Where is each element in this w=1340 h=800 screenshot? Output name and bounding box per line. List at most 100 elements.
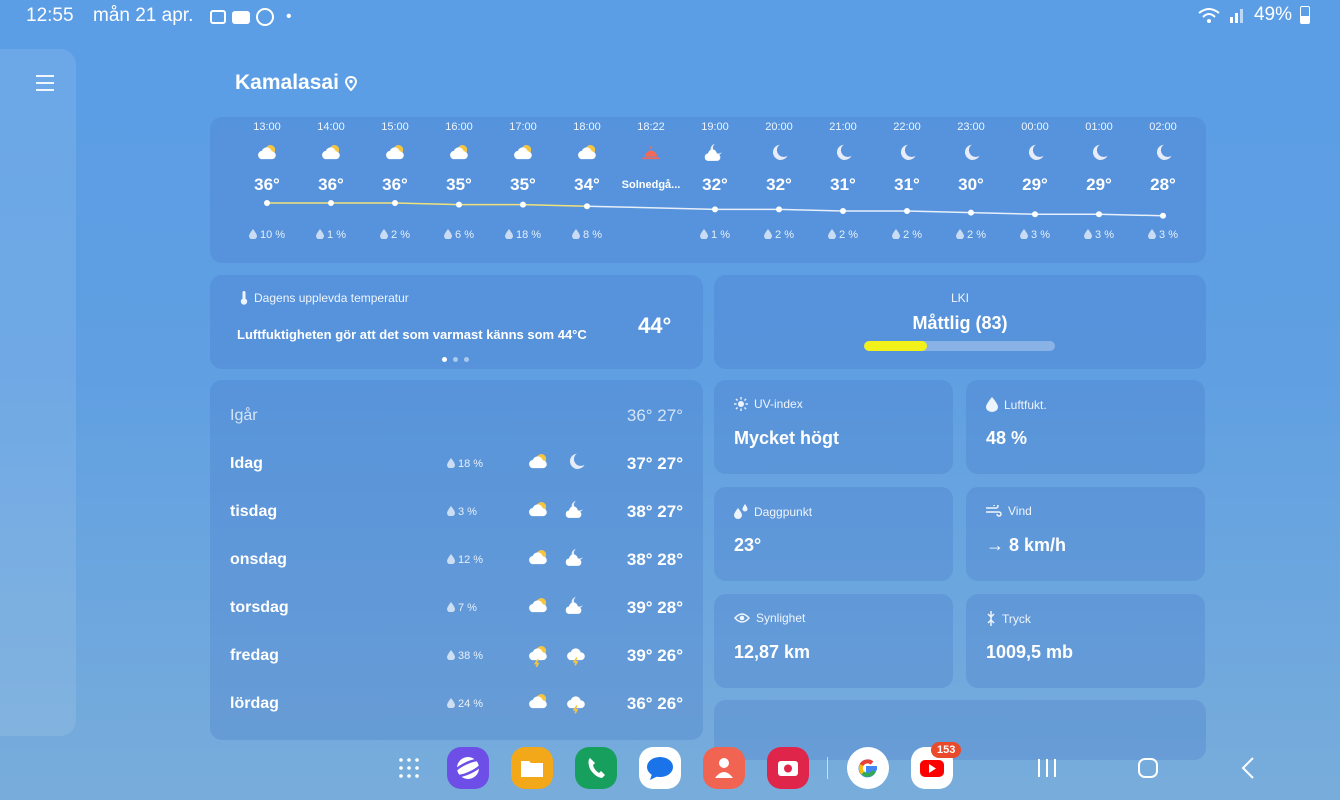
- hourly-precip-value: 3 %: [1095, 229, 1114, 241]
- daily-precipitation: 12 %: [447, 554, 483, 566]
- camera-app-icon[interactable]: [767, 747, 809, 789]
- hourly-time: 01:00: [1085, 121, 1113, 133]
- trend-segment: [970, 211, 1036, 215]
- partly-cloudy-day-icon: [299, 139, 363, 169]
- hourly-time: 21:00: [829, 121, 857, 133]
- hourly-forecast[interactable]: 13:00 36° 10 % 14:00 36° 1 % 15:00 36° 2 % 16:00 3…: [210, 117, 1206, 263]
- partly-cloudy-night-icon: [564, 499, 588, 528]
- partly-cloudy-day-icon: [555, 139, 619, 169]
- trend-point: [776, 206, 782, 213]
- hourly-temperature: 36°: [254, 175, 280, 194]
- trend-segment: [906, 210, 972, 214]
- phone-app-icon[interactable]: [575, 747, 617, 789]
- hourly-precipitation: 3 %: [1131, 229, 1195, 241]
- drop-icon: [504, 229, 516, 241]
- hourly-precipitation: 2 %: [363, 229, 427, 241]
- home-button[interactable]: [1137, 757, 1159, 779]
- daily-precipitation: 38 %: [447, 650, 483, 662]
- more-notifications-dot: •: [286, 8, 292, 25]
- hourly-time: 17:00: [509, 121, 537, 133]
- hourly-item: 01:00 29° 3 %: [1067, 117, 1131, 241]
- dew-point-tile[interactable]: Daggpunkt 23°: [714, 487, 953, 581]
- daily-row[interactable]: lördag 24 % 36° 26°: [230, 689, 685, 719]
- daily-forecast[interactable]: Igår 36° 27° Idag 18 % 37° 27° tisdag 3 % 38° 2…: [210, 380, 703, 740]
- hourly-item: 19:00 32° 1 %: [683, 117, 747, 241]
- back-button[interactable]: [1241, 757, 1255, 779]
- hourly-time: 00:00: [1021, 121, 1049, 133]
- messages-app-icon[interactable]: [639, 747, 681, 789]
- hourly-item: 18:00 34° 8 %: [555, 117, 619, 241]
- sidebar-panel: [0, 49, 76, 736]
- pressure-label: Tryck: [1002, 611, 1031, 626]
- daily-precip-value: 18 %: [458, 458, 484, 470]
- hourly-precipitation: 10 %: [235, 229, 299, 241]
- aqi-label: LKI: [950, 291, 969, 305]
- dew-label: Daggpunkt: [754, 504, 813, 519]
- daily-row[interactable]: Igår 36° 27°: [230, 401, 685, 431]
- wind-icon: [986, 505, 1002, 517]
- feels-like-card[interactable]: Dagens upplevda temperatur Luftfuktighet…: [210, 275, 703, 369]
- wind-value: → 8 km/h: [986, 535, 1067, 555]
- aqi-value: Måttlig (83): [912, 313, 1008, 333]
- drop-icon: [1020, 229, 1031, 241]
- hourly-temperature: 36°: [318, 175, 344, 194]
- hourly-temperature: 29°: [1022, 175, 1048, 194]
- menu-icon[interactable]: [36, 75, 54, 91]
- uv-index-tile[interactable]: UV-index Mycket högt: [714, 380, 953, 474]
- daily-row[interactable]: fredag 38 % 39° 26°: [230, 641, 685, 671]
- hourly-item: 16:00 35° 6 %: [427, 117, 491, 241]
- pressure-icon: [987, 611, 995, 626]
- daily-day: fredag: [230, 647, 279, 664]
- trend-point: [456, 201, 462, 208]
- files-app-icon[interactable]: [511, 747, 553, 789]
- location-name: Kamalasai: [235, 71, 339, 94]
- hourly-precipitation: 2 %: [747, 229, 811, 241]
- hourly-precip-value: 18 %: [515, 229, 542, 241]
- daily-row[interactable]: torsdag 7 % 39° 28°: [230, 593, 685, 623]
- hourly-temperature: 32°: [702, 175, 728, 194]
- trend-point: [584, 203, 590, 210]
- location-header[interactable]: Kamalasai: [235, 71, 357, 95]
- hourly-precipitation: 18 %: [491, 229, 555, 241]
- hourly-item: 23:00 30° 2 %: [939, 117, 1003, 241]
- wind-tile[interactable]: Vind → 8 km/h: [966, 487, 1205, 581]
- sync-notification-icon: [256, 8, 274, 26]
- pressure-tile[interactable]: Tryck 1009,5 mb: [966, 594, 1205, 688]
- hourly-time: 02:00: [1149, 121, 1177, 133]
- app-drawer-icon[interactable]: [398, 757, 420, 779]
- location-pin-icon: [344, 75, 357, 91]
- feels-like-header: Dagens upplevda temperatur: [240, 291, 409, 305]
- drop-icon: [447, 458, 458, 470]
- pressure-header: Tryck: [986, 611, 1031, 626]
- humidity-label: Luftfukt.: [1004, 397, 1047, 412]
- daily-temperatures: 36° 27°: [626, 406, 683, 425]
- hourly-precip-value: 2 %: [967, 229, 986, 241]
- google-app-icon[interactable]: [847, 747, 889, 789]
- daily-row[interactable]: onsdag 12 % 38° 28°: [230, 545, 685, 575]
- drop-icon: [764, 229, 775, 241]
- youtube-notification-badge: 153: [931, 742, 962, 758]
- hourly-precip-value: 10 %: [259, 229, 286, 241]
- humidity-tile[interactable]: Luftfukt. 48 %: [966, 380, 1205, 474]
- drop-icon: [248, 229, 260, 241]
- internet-app-icon[interactable]: [447, 747, 489, 789]
- daily-precip-value: 3 %: [458, 506, 477, 518]
- hourly-precip-value: 6 %: [455, 229, 474, 241]
- daily-row[interactable]: Idag 18 % 37° 27°: [230, 449, 685, 479]
- uv-label: UV-index: [754, 397, 803, 411]
- hourly-time: 13:00: [253, 121, 281, 133]
- hourly-time: 20:00: [765, 121, 793, 133]
- daily-day: torsdag: [230, 599, 289, 616]
- thunder-cloud-icon: [564, 691, 588, 720]
- visibility-tile[interactable]: Synlighet 12,87 km: [714, 594, 953, 688]
- hourly-precip-value: 2 %: [775, 229, 794, 241]
- contacts-app-icon[interactable]: [703, 747, 745, 789]
- recent-apps-button[interactable]: [1036, 758, 1058, 778]
- partly-cloudy-day-icon: [526, 595, 550, 624]
- uv-header: UV-index: [734, 397, 803, 411]
- daily-row[interactable]: tisdag 3 % 38° 27°: [230, 497, 685, 527]
- drop-icon: [1084, 229, 1095, 241]
- air-quality-card[interactable]: LKI Måttlig (83): [714, 275, 1206, 369]
- hourly-precipitation: 1 %: [683, 229, 747, 241]
- drop-icon: [316, 229, 327, 241]
